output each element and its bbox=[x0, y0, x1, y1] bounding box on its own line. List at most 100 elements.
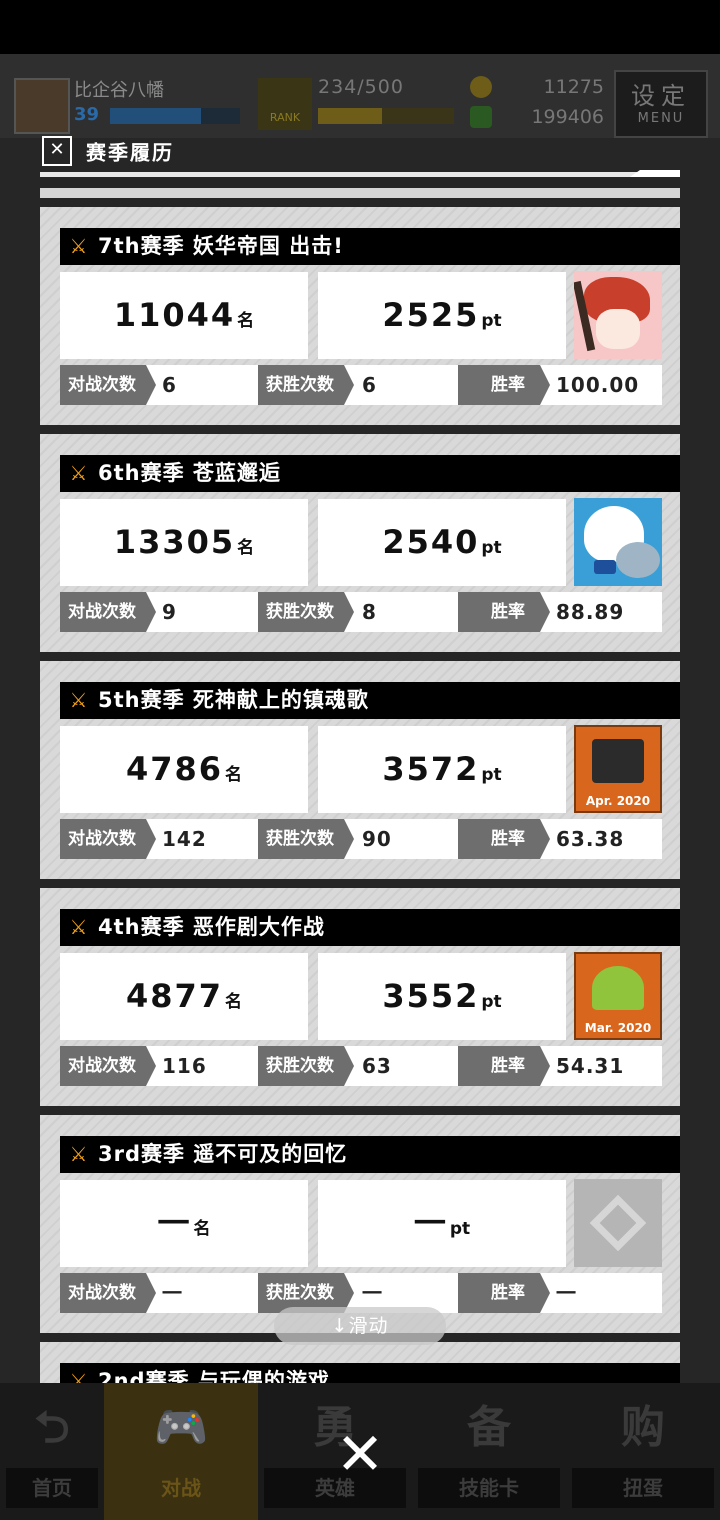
season-card: ⚔ 3rd赛季 遥不可及的回忆一名一 pt 对战次数一获胜次数一胜率一 bbox=[40, 1115, 680, 1333]
nav-label: 对战 bbox=[110, 1468, 252, 1508]
season-rank-box: 13305 名 bbox=[60, 499, 308, 586]
season-rank: 一 bbox=[157, 1204, 192, 1242]
crossed-swords-icon: ⚔ bbox=[69, 234, 89, 258]
season-card: ⚔ 6th赛季 苍蓝邂逅 13305 名 2540 pt 对战次数 9 获胜次数 8 胜率 88.89 bbox=[40, 434, 680, 652]
player-level: 39 bbox=[74, 104, 100, 125]
gem-count: 199406 bbox=[531, 106, 604, 128]
top-bar: 比企谷八幡 39 RANK 234/500 11275 199406 设定 ME… bbox=[0, 54, 720, 138]
badge-date: Mar. 2020 bbox=[584, 1021, 652, 1035]
status-bar bbox=[0, 0, 720, 54]
battles-value: 116 bbox=[162, 1054, 207, 1078]
menu-button[interactable]: 设定 MENU bbox=[614, 70, 708, 138]
season-title-bar: ⚔ 3rd赛季 遥不可及的回忆 bbox=[60, 1136, 680, 1173]
battles-value: 6 bbox=[162, 373, 177, 397]
season-title: 6th赛季 苍蓝邂逅 bbox=[98, 461, 281, 485]
win-rate-label: 胜率 bbox=[458, 819, 550, 859]
season-title: 4th赛季 恶作剧大作战 bbox=[98, 915, 325, 939]
season-rank: 11044 bbox=[113, 296, 236, 334]
nav-label: 扭蛋 bbox=[572, 1468, 714, 1508]
rank-suffix: 名 bbox=[237, 538, 255, 558]
battles-label: 对战次数 bbox=[60, 1273, 156, 1313]
win-rate-value: 一 bbox=[556, 1281, 577, 1305]
april-2020-badge-icon: Apr. 2020 bbox=[574, 725, 662, 813]
nav-item-3[interactable]: 备技能卡 bbox=[412, 1383, 566, 1520]
white-hair-character-icon bbox=[574, 498, 662, 586]
nav-label: 首页 bbox=[6, 1468, 98, 1508]
coin-count: 11275 bbox=[543, 76, 604, 98]
win-rate-value: 54.31 bbox=[556, 1054, 625, 1078]
crossed-swords-icon: ⚔ bbox=[69, 688, 89, 712]
xp-bar bbox=[110, 108, 240, 124]
season-points-box: 3552 pt bbox=[318, 953, 566, 1040]
season-rank-box: 4877 名 bbox=[60, 953, 308, 1040]
wins-value: 90 bbox=[362, 827, 392, 851]
season-stats-row: 对战次数 9 获胜次数 8 胜率 88.89 bbox=[60, 592, 662, 632]
wins-value: 6 bbox=[362, 373, 377, 397]
season-card: ⚔ 7th赛季 妖华帝国 出击! 11044 名 2525 pt 对战次数 6 获胜次数 6 胜率 1… bbox=[40, 207, 680, 425]
win-rate-value: 63.38 bbox=[556, 827, 625, 851]
skill-card-icon: 备 bbox=[467, 1402, 511, 1453]
dialog-title: ✕ 赛季履历 bbox=[42, 136, 174, 170]
close-icon[interactable]: ✕ bbox=[330, 1424, 390, 1484]
player-avatar[interactable] bbox=[14, 78, 70, 134]
season-points: 3572 bbox=[382, 750, 480, 788]
gacha-icon: 购 bbox=[621, 1402, 665, 1453]
gem-icon bbox=[470, 106, 492, 128]
nav-label: 技能卡 bbox=[418, 1468, 560, 1508]
crossed-swords-icon: ⚔ bbox=[69, 1142, 89, 1166]
win-rate-value: 100.00 bbox=[556, 373, 640, 397]
rank-badge: RANK bbox=[258, 78, 312, 130]
back-arrow-icon: ⮌ bbox=[34, 1402, 70, 1453]
march-2020-badge-icon: Mar. 2020 bbox=[574, 952, 662, 1040]
nav-item-4[interactable]: 购扭蛋 bbox=[566, 1383, 720, 1520]
stamina-bar bbox=[318, 108, 454, 124]
player-name: 比企谷八幡 bbox=[74, 80, 164, 101]
season-points: 2540 bbox=[382, 523, 480, 561]
season-title-bar: ⚔ 5th赛季 死神献上的镇魂歌 bbox=[60, 682, 680, 719]
season-title: 3rd赛季 遥不可及的回忆 bbox=[98, 1142, 348, 1166]
red-hair-character-icon bbox=[574, 271, 662, 359]
crossed-swords-icon: ✕ bbox=[42, 136, 72, 166]
wins-label: 获胜次数 bbox=[258, 1046, 354, 1086]
scroll-hint: ↓滑动 bbox=[274, 1307, 446, 1345]
badge-date: Apr. 2020 bbox=[585, 794, 651, 808]
season-history-list[interactable]: ⚔ 7th赛季 妖华帝国 出击! 11044 名 2525 pt 对战次数 6 获胜次数 6 胜率 1… bbox=[40, 207, 680, 1387]
wins-value: 63 bbox=[362, 1054, 392, 1078]
list-top-divider bbox=[40, 188, 680, 198]
season-rank: 13305 bbox=[113, 523, 236, 561]
battles-value: 142 bbox=[162, 827, 207, 851]
wins-label: 获胜次数 bbox=[258, 365, 354, 405]
gamepad-icon: 🎮 bbox=[153, 1402, 209, 1453]
crossed-swords-icon: ⚔ bbox=[69, 461, 89, 485]
season-card: ⚔ 5th赛季 死神献上的镇魂歌 4786 名 3572 pt Apr. 2020 对战次数 1… bbox=[40, 661, 680, 879]
season-points-box: 3572 pt bbox=[318, 726, 566, 813]
battles-label: 对战次数 bbox=[60, 1046, 156, 1086]
season-points-box: 一 pt bbox=[318, 1180, 566, 1267]
season-title: 5th赛季 死神献上的镇魂歌 bbox=[98, 688, 369, 712]
season-stats-row: 对战次数 116 获胜次数 63 胜率 54.31 bbox=[60, 1046, 662, 1086]
dialog-title-text: 赛季履历 bbox=[86, 140, 174, 165]
rank-suffix: 名 bbox=[237, 311, 255, 331]
battles-value: 一 bbox=[162, 1281, 183, 1305]
season-rank-box: 11044 名 bbox=[60, 272, 308, 359]
season-rank-box: 4786 名 bbox=[60, 726, 308, 813]
season-points: 3552 bbox=[382, 977, 480, 1015]
wins-value: 8 bbox=[362, 600, 377, 624]
season-stats-row: 对战次数 142 获胜次数 90 胜率 63.38 bbox=[60, 819, 662, 859]
season-title-bar: ⚔ 7th赛季 妖华帝国 出击! bbox=[60, 228, 680, 265]
season-title-bar: ⚔ 4th赛季 恶作剧大作战 bbox=[60, 909, 680, 946]
rank-suffix: 名 bbox=[225, 765, 243, 785]
points-suffix: pt bbox=[481, 765, 502, 785]
season-title: 7th赛季 妖华帝国 出击! bbox=[98, 234, 344, 258]
season-rank-box: 一名 bbox=[60, 1180, 308, 1267]
season-points: 2525 bbox=[382, 296, 480, 334]
wins-label: 获胜次数 bbox=[258, 592, 354, 632]
season-points-box: 2540 pt bbox=[318, 499, 566, 586]
season-rank: 4786 bbox=[125, 750, 224, 788]
nav-item-1[interactable]: 🎮 对战 bbox=[104, 1383, 258, 1520]
battles-value: 9 bbox=[162, 600, 177, 624]
battles-label: 对战次数 bbox=[60, 819, 156, 859]
nav-item-0[interactable]: ⮌ 首页 bbox=[0, 1383, 104, 1520]
win-rate-label: 胜率 bbox=[458, 1046, 550, 1086]
wins-label: 获胜次数 bbox=[258, 819, 354, 859]
